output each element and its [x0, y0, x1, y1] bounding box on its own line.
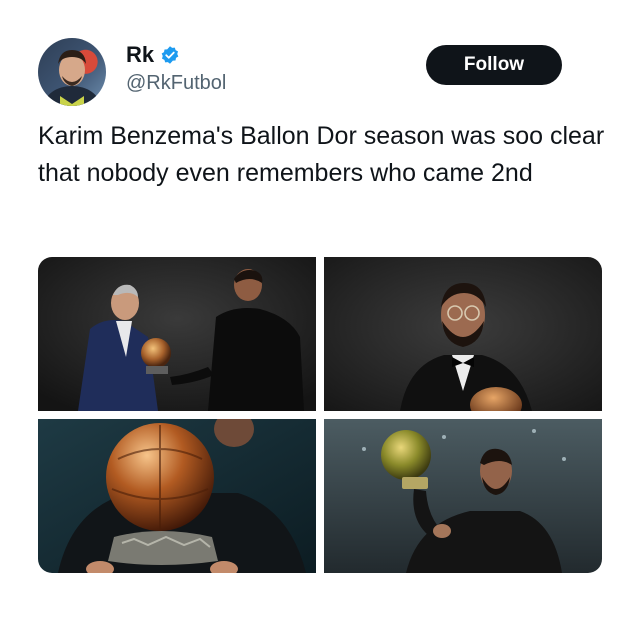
photo-benzema-raising-ball-icon	[324, 419, 602, 573]
media-photo-2[interactable]	[324, 257, 602, 411]
media-photo-3[interactable]	[38, 419, 316, 573]
author-name[interactable]: Rk	[126, 42, 154, 68]
media-grid	[38, 257, 602, 573]
author-name-row: Rk	[126, 42, 180, 68]
tweet-text: Karim Benzema's Ballon Dor season was so…	[38, 122, 605, 187]
photo-trophy-handover-icon	[38, 257, 316, 411]
tweet-header: Rk @RkFutbol Follow	[0, 0, 640, 110]
media-photo-4[interactable]	[324, 419, 602, 573]
avatar[interactable]	[38, 38, 106, 106]
verified-badge-icon	[160, 45, 180, 65]
follow-button[interactable]: Follow	[426, 45, 562, 85]
photo-benzema-bowtie-icon	[324, 257, 602, 411]
media-photo-1[interactable]	[38, 257, 316, 411]
author-handle[interactable]: @RkFutbol	[126, 72, 226, 95]
photo-golden-ball-closeup-icon	[38, 419, 316, 573]
avatar-person-icon	[44, 50, 100, 106]
